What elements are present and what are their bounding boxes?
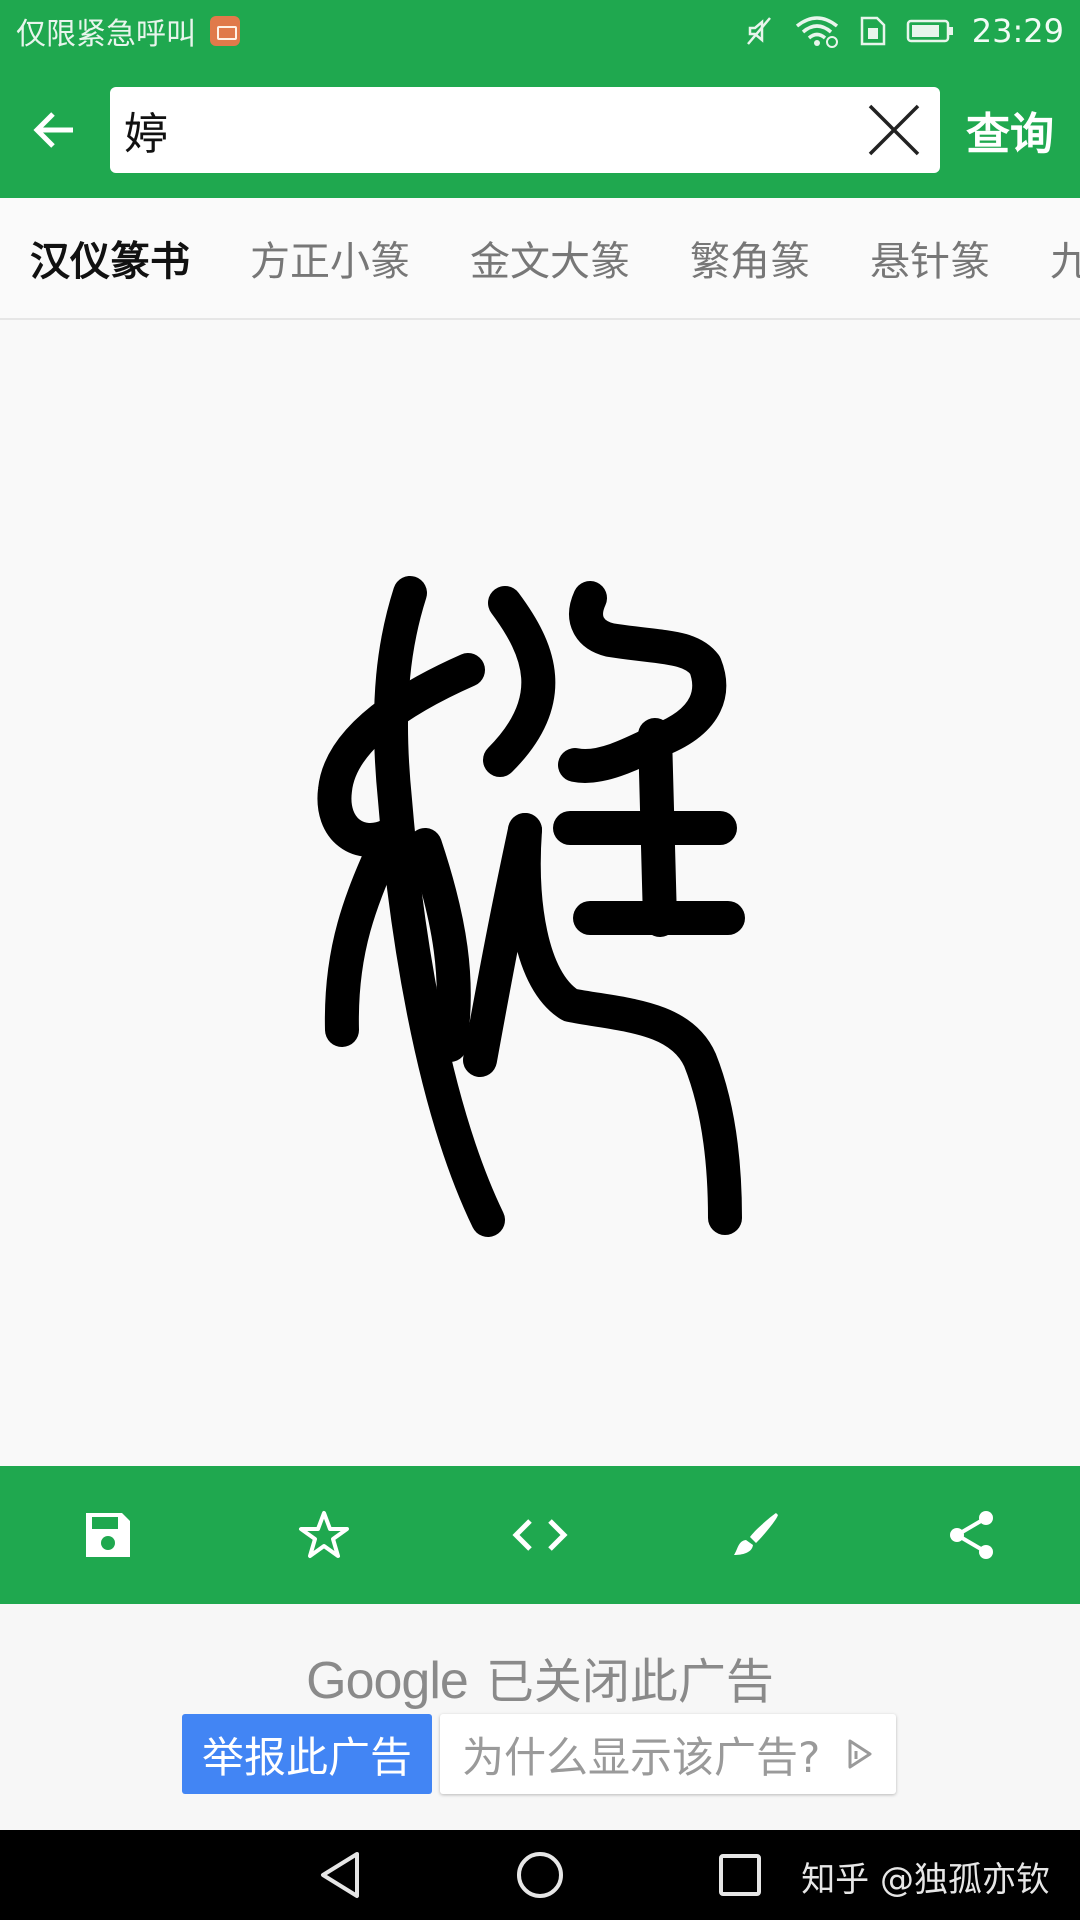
query-button[interactable]: 查询 <box>966 98 1054 162</box>
app-bar: 查询 <box>0 62 1080 198</box>
search-box[interactable] <box>110 87 940 173</box>
back-button[interactable] <box>0 62 110 198</box>
tab-xuanzhen-zhuan[interactable]: 悬针篆 <box>870 229 990 287</box>
back-triangle-icon <box>321 1852 359 1898</box>
why-this-ad-label: 为什么显示该广告? <box>462 1732 821 1782</box>
google-wordmark: Google <box>306 1652 469 1710</box>
nav-back-button[interactable] <box>310 1845 370 1905</box>
search-input[interactable] <box>124 104 858 156</box>
favorite-button[interactable] <box>264 1475 384 1595</box>
tab-more[interactable]: 九 <box>1050 229 1080 287</box>
recents-square-icon <box>719 1854 761 1896</box>
code-icon <box>512 1519 568 1551</box>
ad-closed-text: 已关闭此广告 <box>485 1654 774 1710</box>
home-circle-icon <box>517 1852 563 1898</box>
carrier-text: 仅限紧急呼叫 <box>16 17 196 52</box>
action-toolbar <box>0 1466 1080 1604</box>
close-icon <box>868 104 920 156</box>
brush-button[interactable] <box>696 1475 816 1595</box>
save-icon <box>86 1513 130 1557</box>
ad-closed-notice: Google 已关闭此广告 <box>0 1642 1080 1712</box>
nav-recents-button[interactable] <box>710 1845 770 1905</box>
report-ad-button[interactable]: 举报此广告 <box>182 1714 432 1794</box>
save-button[interactable] <box>48 1475 168 1595</box>
system-nav-bar: 知乎 @独孤亦钦 <box>0 1830 1080 1920</box>
clear-button[interactable] <box>858 94 930 166</box>
watermark-text: 知乎 @独孤亦钦 <box>801 1860 1050 1900</box>
battery-icon <box>906 19 953 43</box>
share-icon <box>950 1511 993 1559</box>
seal-script-glyph <box>317 576 745 1237</box>
status-bar: 仅限紧急呼叫 23:29 <box>0 0 1080 62</box>
star-icon <box>299 1511 349 1558</box>
tab-jinwen-dazhuan[interactable]: 金文大篆 <box>470 229 630 287</box>
tab-hanyi-zhuanshu[interactable]: 汉仪篆书 <box>30 229 190 287</box>
status-time: 23:29 <box>971 12 1064 50</box>
ad-area: Google 已关闭此广告 举报此广告 为什么显示该广告? <box>0 1604 1080 1830</box>
glyph-display <box>0 322 1080 1466</box>
tab-fangzheng-xiaozhuan[interactable]: 方正小篆 <box>250 229 410 287</box>
status-left: 仅限紧急呼叫 <box>16 9 240 53</box>
why-this-ad-button[interactable]: 为什么显示该广告? <box>440 1714 896 1794</box>
tab-fanjiao-zhuan[interactable]: 繁角篆 <box>690 229 810 287</box>
adchoices-icon <box>848 1739 872 1769</box>
sim-icon <box>860 16 886 46</box>
wifi-icon <box>795 16 838 48</box>
mute-icon <box>746 17 771 45</box>
notification-app-icon <box>210 16 240 46</box>
brush-icon <box>734 1513 778 1555</box>
share-button[interactable] <box>912 1475 1032 1595</box>
code-button[interactable] <box>480 1475 600 1595</box>
status-right: 23:29 <box>742 12 1064 50</box>
arrow-left-icon <box>33 112 73 148</box>
ad-buttons: 举报此广告 为什么显示该广告? <box>182 1714 896 1794</box>
font-style-tabs: 汉仪篆书 方正小篆 金文大篆 繁角篆 悬针篆 九 <box>0 198 1080 320</box>
nav-home-button[interactable] <box>510 1845 570 1905</box>
